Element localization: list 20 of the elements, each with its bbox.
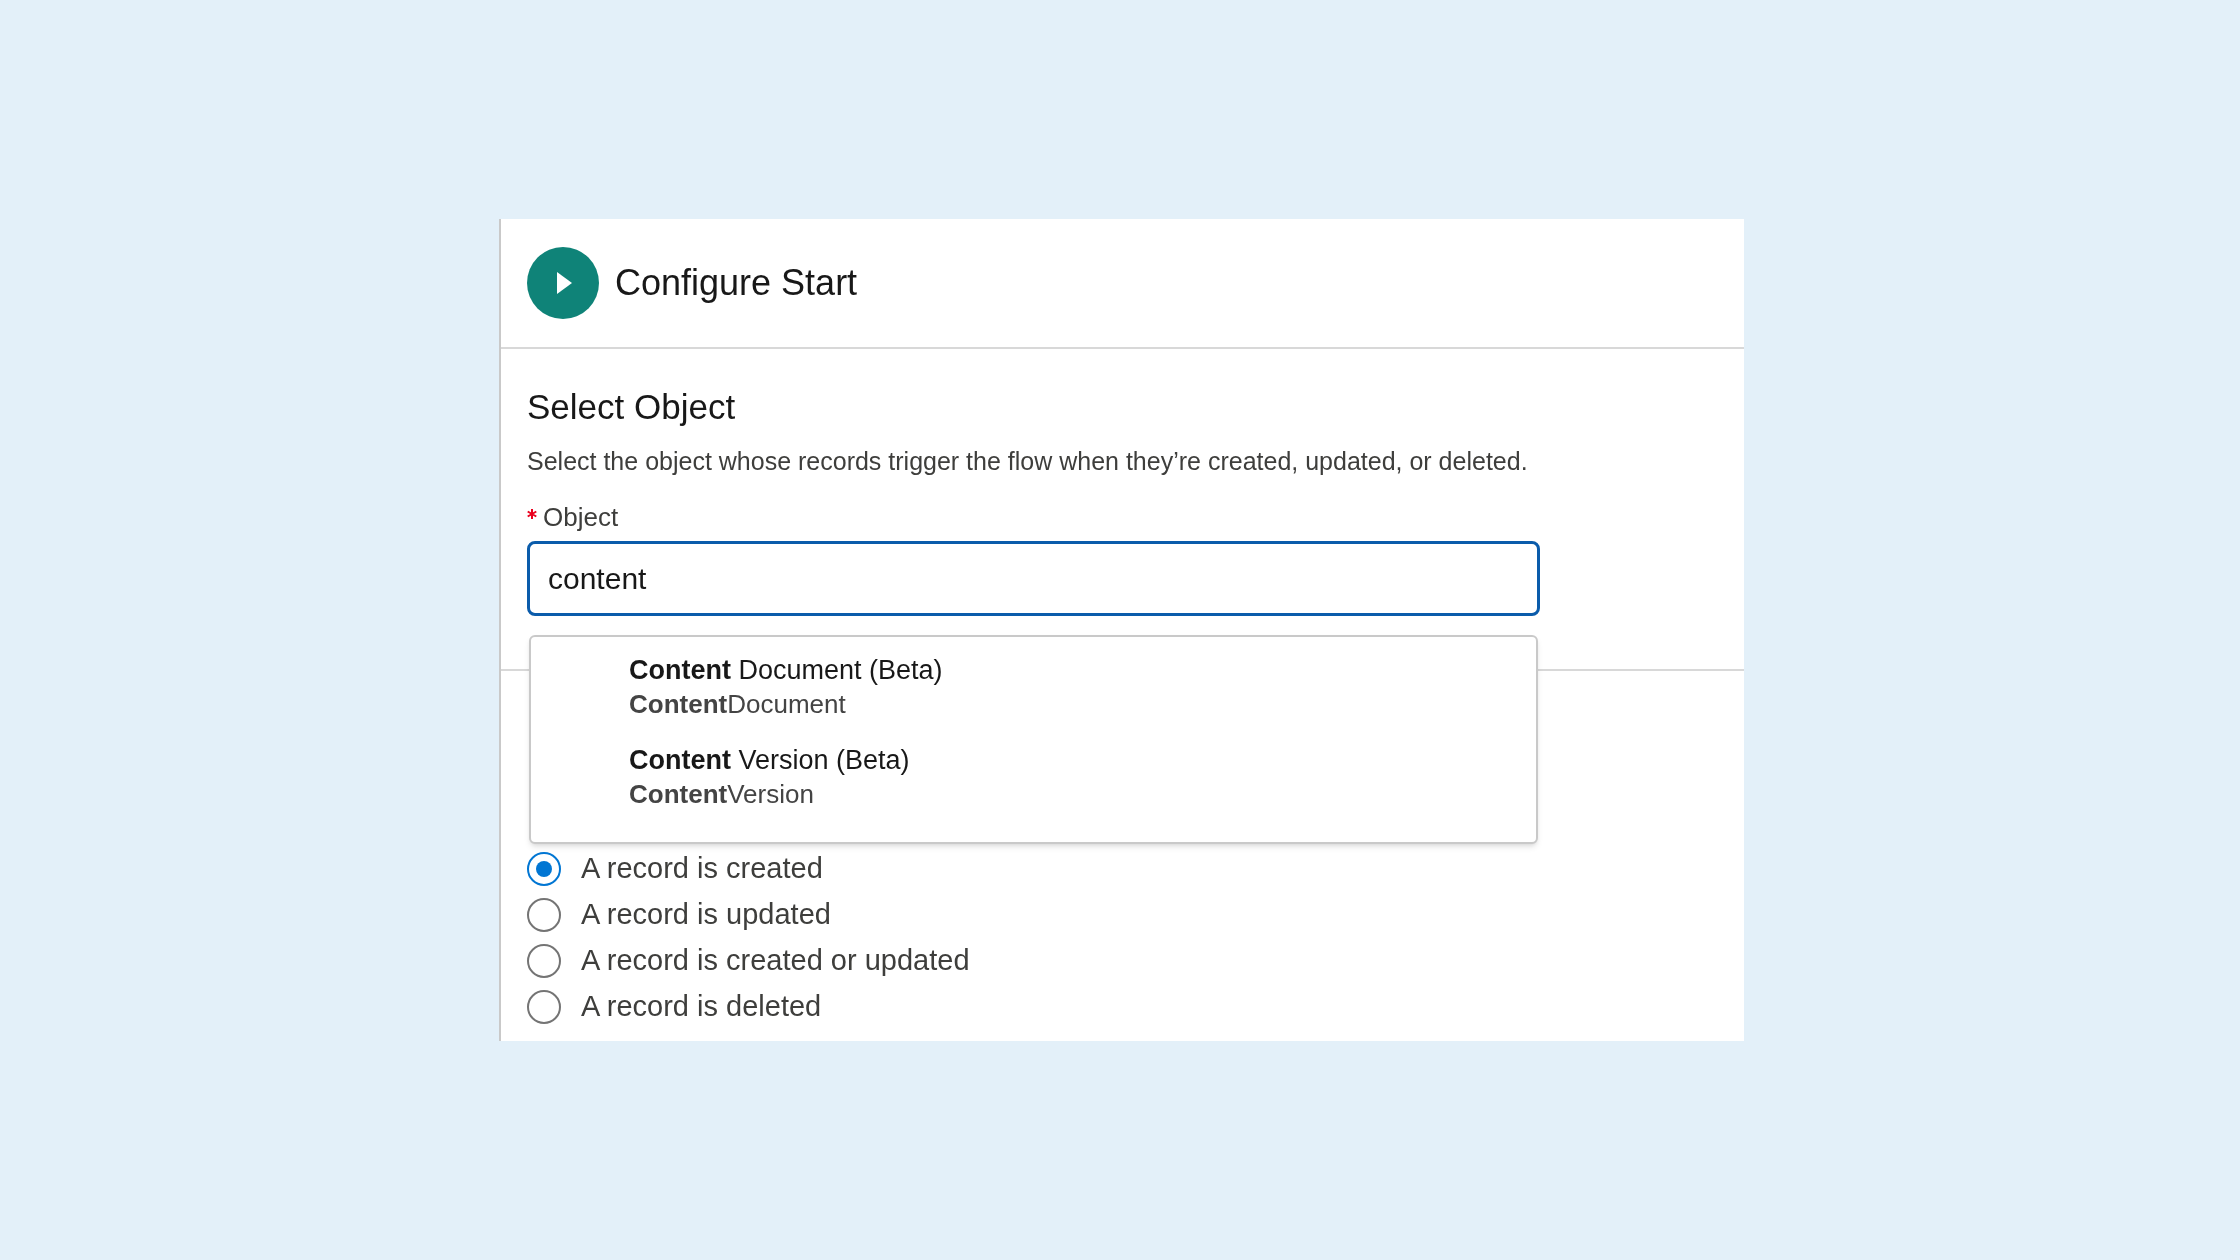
section-heading: Select Object	[527, 386, 737, 428]
radio-label: A record is updated	[581, 897, 831, 933]
suggestion-api-name: ContentVersion	[629, 778, 814, 811]
play-icon	[527, 247, 599, 319]
radio-button[interactable]	[527, 898, 561, 932]
section-description: Select the object whose records trigger the flow when they’re created, updated, or deleted.	[527, 446, 1529, 477]
field-label: Object	[543, 501, 619, 533]
panel-title: Configure Start	[615, 261, 858, 305]
radio-label: A record is deleted	[581, 989, 822, 1025]
suggestion-api-name: ContentDocument	[629, 688, 846, 721]
suggestion-label: Content Document (Beta)	[629, 654, 943, 687]
suggestion-item[interactable]: Content Version (Beta) ContentVersion	[531, 739, 1536, 815]
suggestion-label: Content Version (Beta)	[629, 744, 910, 777]
radio-label: A record is created or updated	[581, 943, 970, 979]
object-input-field[interactable]: content	[527, 541, 1540, 616]
radio-button[interactable]	[527, 852, 561, 886]
radio-button[interactable]	[527, 944, 561, 978]
radio-button[interactable]	[527, 990, 561, 1024]
radio-label: A record is created	[581, 851, 823, 887]
suggestion-item[interactable]: Content Document (Beta) ContentDocument	[531, 649, 1536, 725]
